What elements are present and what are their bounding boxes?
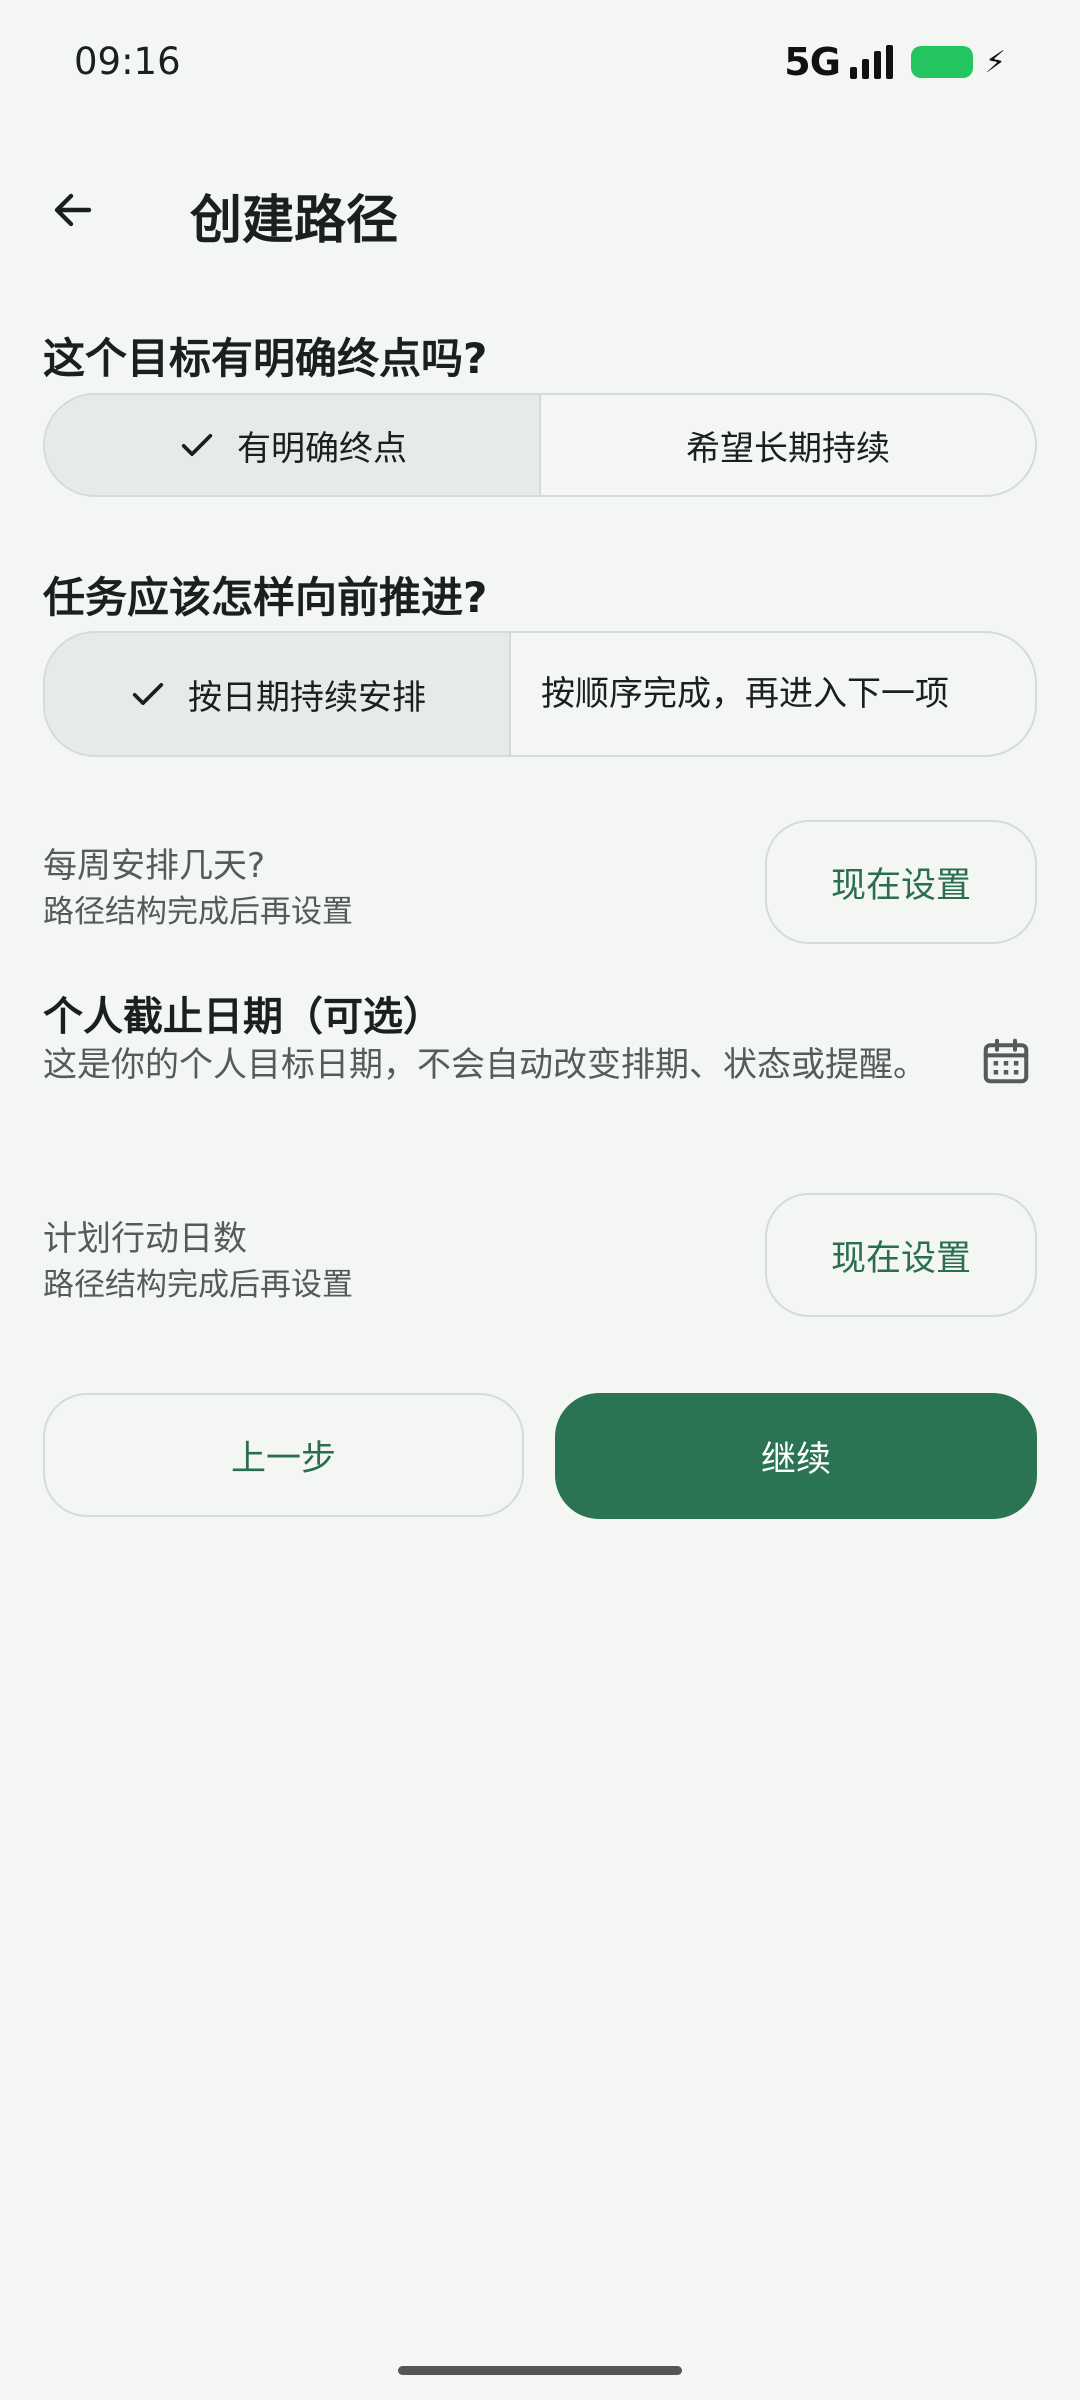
action-days-set-button[interactable]: 现在设置	[765, 1193, 1037, 1317]
endpoint-option-label: 有明确终点	[237, 428, 407, 469]
status-icons: 5G ⚡	[784, 40, 1006, 84]
endpoint-option-long-term[interactable]: 希望长期持续	[539, 395, 1035, 495]
check-icon	[128, 674, 168, 714]
endpoint-option-label: 希望长期持续	[686, 428, 890, 469]
status-bar: 09:16 5G ⚡	[0, 0, 1080, 130]
weekly-days-title: 每周安排几天?	[43, 846, 266, 886]
status-time: 09:16	[74, 40, 181, 83]
footer-actions: 上一步 继续	[43, 1393, 1037, 1519]
endpoint-question: 这个目标有明确终点吗?	[43, 334, 488, 383]
progress-segmented-control: 按日期持续安排 按顺序完成，再进入下一项	[43, 631, 1037, 757]
page-title: 创建路径	[190, 191, 399, 251]
weekly-days-set-button[interactable]: 现在设置	[765, 820, 1037, 944]
home-indicator[interactable]	[398, 2366, 682, 2375]
weekly-days-subtitle: 路径结构完成后再设置	[43, 894, 353, 930]
action-days-row: 计划行动日数 路径结构完成后再设置 现在设置	[43, 1193, 1037, 1319]
charging-icon: ⚡	[984, 44, 1006, 80]
screen: 09:16 5G ⚡ 创建路径 这个目标有明确终点吗? 有明确终点 希望长期持续…	[0, 0, 1080, 2400]
progress-option-sequential[interactable]: 按顺序完成，再进入下一项	[509, 633, 1035, 755]
check-icon	[177, 425, 217, 465]
deadline-description: 这是你的个人目标日期，不会自动改变排期、状态或提醒。	[43, 1045, 927, 1085]
endpoint-option-has-end[interactable]: 有明确终点	[45, 395, 539, 495]
app-bar: 创建路径	[0, 160, 1080, 290]
deadline-title: 个人截止日期（可选）	[43, 994, 443, 1040]
calendar-button[interactable]	[975, 1030, 1037, 1092]
endpoint-segmented-control: 有明确终点 希望长期持续	[43, 393, 1037, 497]
signal-icon	[849, 45, 893, 79]
progress-question: 任务应该怎样向前推进?	[43, 573, 488, 622]
progress-option-label: 按顺序完成，再进入下一项	[541, 674, 949, 714]
battery-icon	[910, 46, 973, 78]
progress-option-by-date[interactable]: 按日期持续安排	[45, 633, 509, 755]
progress-option-label: 按日期持续安排	[188, 677, 426, 718]
continue-button[interactable]: 继续	[555, 1393, 1037, 1519]
deadline-section: 个人截止日期（可选） 这是你的个人目标日期，不会自动改变排期、状态或提醒。	[43, 984, 1037, 1144]
previous-button[interactable]: 上一步	[43, 1393, 524, 1517]
action-days-title: 计划行动日数	[43, 1219, 247, 1259]
back-button[interactable]	[38, 175, 108, 245]
weekly-days-row: 每周安排几天? 路径结构完成后再设置 现在设置	[43, 820, 1037, 946]
network-label: 5G	[784, 40, 841, 84]
arrow-left-icon	[54, 193, 92, 227]
calendar-icon	[983, 1038, 1029, 1084]
action-days-subtitle: 路径结构完成后再设置	[43, 1267, 353, 1303]
